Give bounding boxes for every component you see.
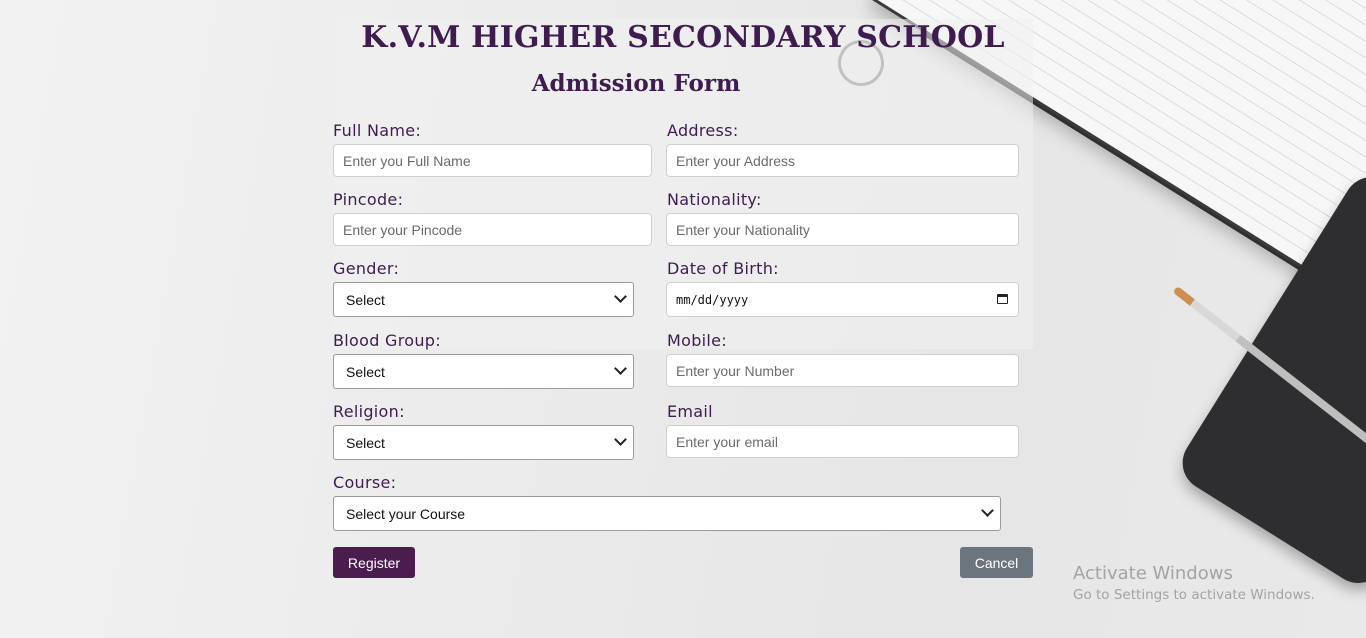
gender-label: Gender:: [333, 259, 400, 278]
form-title: Admission Form: [531, 70, 741, 97]
register-button[interactable]: Register: [333, 547, 415, 578]
chevron-down-icon: [614, 433, 627, 446]
dob-date-input[interactable]: mm/dd/yyyy: [666, 282, 1019, 317]
dob-value: mm/dd/yyyy: [676, 292, 749, 307]
nationality-input[interactable]: [666, 213, 1019, 246]
gender-selected-value: Select: [346, 291, 385, 308]
address-label: Address:: [667, 121, 739, 140]
mobile-input[interactable]: [666, 354, 1019, 387]
blood-group-select[interactable]: Select: [333, 354, 634, 389]
activate-windows-subtitle: Go to Settings to activate Windows.: [1073, 587, 1315, 603]
activate-windows-title: Activate Windows: [1073, 563, 1233, 584]
chevron-down-icon: [614, 362, 627, 375]
chevron-down-icon: [614, 290, 627, 303]
blood-group-label: Blood Group:: [333, 331, 441, 350]
pincode-label: Pincode:: [333, 190, 404, 209]
religion-select[interactable]: Select: [333, 425, 634, 460]
email-input[interactable]: [666, 425, 1019, 458]
address-input[interactable]: [666, 144, 1019, 177]
mobile-label: Mobile:: [667, 331, 727, 350]
religion-selected-value: Select: [346, 434, 385, 451]
course-label: Course:: [333, 473, 397, 492]
full-name-label: Full Name:: [333, 121, 422, 140]
gender-select[interactable]: Select: [333, 282, 634, 317]
blood-group-selected-value: Select: [346, 363, 385, 380]
nationality-label: Nationality:: [667, 190, 762, 209]
calendar-icon[interactable]: [997, 294, 1008, 304]
school-title: K.V.M HIGHER SECONDARY SCHOOL: [361, 20, 1005, 55]
email-label: Email: [667, 402, 713, 421]
course-selected-value: Select your Course: [346, 505, 466, 522]
pincode-input[interactable]: [333, 213, 652, 246]
religion-label: Religion:: [333, 402, 405, 421]
chevron-down-icon: [981, 504, 994, 517]
cancel-button[interactable]: Cancel: [960, 547, 1033, 578]
dob-label: Date of Birth:: [667, 259, 779, 278]
full-name-input[interactable]: [333, 144, 652, 177]
course-select[interactable]: Select your Course: [333, 496, 1001, 531]
